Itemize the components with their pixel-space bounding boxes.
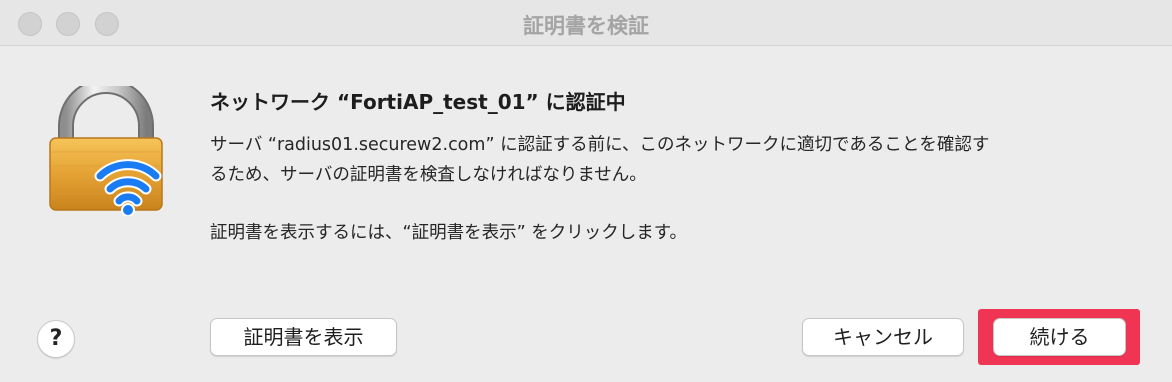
lock-wifi-icon	[48, 78, 164, 217]
continue-button[interactable]: 続ける	[993, 318, 1126, 356]
certificate-verify-dialog: 証明書を検証 ネットワーク “FortiAP_test_01” に認証中 サーバ…	[0, 0, 1172, 382]
dialog-message: サーバ “radius01.securew2.com” に認証する前に、このネッ…	[210, 130, 1130, 248]
window-title: 証明書を検証	[523, 14, 649, 38]
message-paragraph-2: 証明書を表示するには、“証明書を表示” をクリックします。	[210, 223, 687, 243]
message-line-2: るため、サーバの証明書を検査しなければなりません。	[210, 165, 647, 185]
show-certificate-button[interactable]: 証明書を表示	[210, 318, 397, 356]
message-paragraph-1: サーバ “radius01.securew2.com” に認証する前に、このネッ…	[210, 130, 1130, 190]
message-line-1: サーバ “radius01.securew2.com” に認証する前に、このネッ…	[210, 135, 990, 155]
title-bar: 証明書を検証	[0, 0, 1172, 46]
help-button[interactable]: ?	[37, 320, 75, 358]
dialog-heading: ネットワーク “FortiAP_test_01” に認証中	[210, 90, 626, 114]
cancel-button[interactable]: キャンセル	[802, 318, 964, 356]
